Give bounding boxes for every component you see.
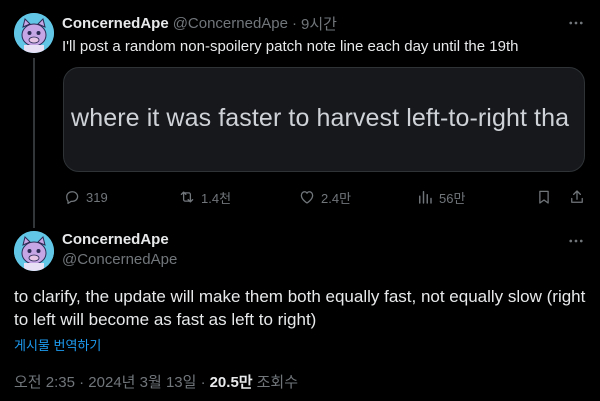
author-handle[interactable]: @ConcernedApe [62,251,177,268]
tweet-thread: ConcernedApe @ConcernedApe · 9시간 I'll po… [0,0,600,401]
reply-button[interactable]: 319 [63,186,108,208]
tweet-meta: 오전 2:35 · 2024년 3월 13일 · 20.5만 조회수 [14,371,298,392]
tweet-media[interactable]: ug where it was faster to harvest left-t… [63,67,585,172]
bookmark-icon [535,188,558,206]
tweet-timestamp[interactable]: 오전 2:35 · 2024년 3월 13일 · [14,371,206,392]
views-count: 20.5만 [209,374,253,391]
reply-icon [63,188,86,206]
more-icon [569,239,583,243]
media-caption-text: ug where it was faster to harvest left-t… [63,104,570,132]
share-button[interactable] [568,186,591,208]
author-handle[interactable]: @ConcernedApe [173,15,288,32]
thread-connector-line [33,58,35,228]
like-count: 2.4만 [321,190,352,206]
more-options-button[interactable] [566,13,586,33]
tweet-time[interactable]: 9시간 [301,13,337,34]
repost-icon [178,188,201,206]
views-count: 56만 [439,190,466,206]
avatar[interactable] [14,231,54,271]
separator-dot: · [292,14,297,32]
more-options-button[interactable] [566,231,586,251]
tweet-header: ConcernedApe @ConcernedApe · 9시간 [62,13,337,33]
repost-count: 1.4천 [201,190,232,206]
like-button[interactable]: 2.4만 [298,186,351,208]
views-label: 조회수 [256,374,298,391]
views-button[interactable]: 56만 [416,186,465,208]
heart-icon [298,188,321,206]
tweet-text: I'll post a random non-spoilery patch no… [62,38,519,55]
more-icon [569,21,583,25]
bookmark-button[interactable] [535,186,558,208]
share-icon [568,188,591,206]
reply-count: 319 [86,189,108,205]
author-name[interactable]: ConcernedApe [62,231,169,248]
translate-post-link[interactable]: 게시물 번역하기 [14,335,101,354]
tweet-text: to clarify, the update will make them bo… [14,287,586,329]
avatar[interactable] [14,13,54,53]
repost-button[interactable]: 1.4천 [178,186,231,208]
avatar-image-icon [14,13,54,53]
avatar-image-icon [14,231,54,271]
analytics-icon [416,188,439,206]
author-name[interactable]: ConcernedApe [62,15,169,32]
tweet-actions: 319 1.4천 2.4만 56만 [63,186,587,208]
